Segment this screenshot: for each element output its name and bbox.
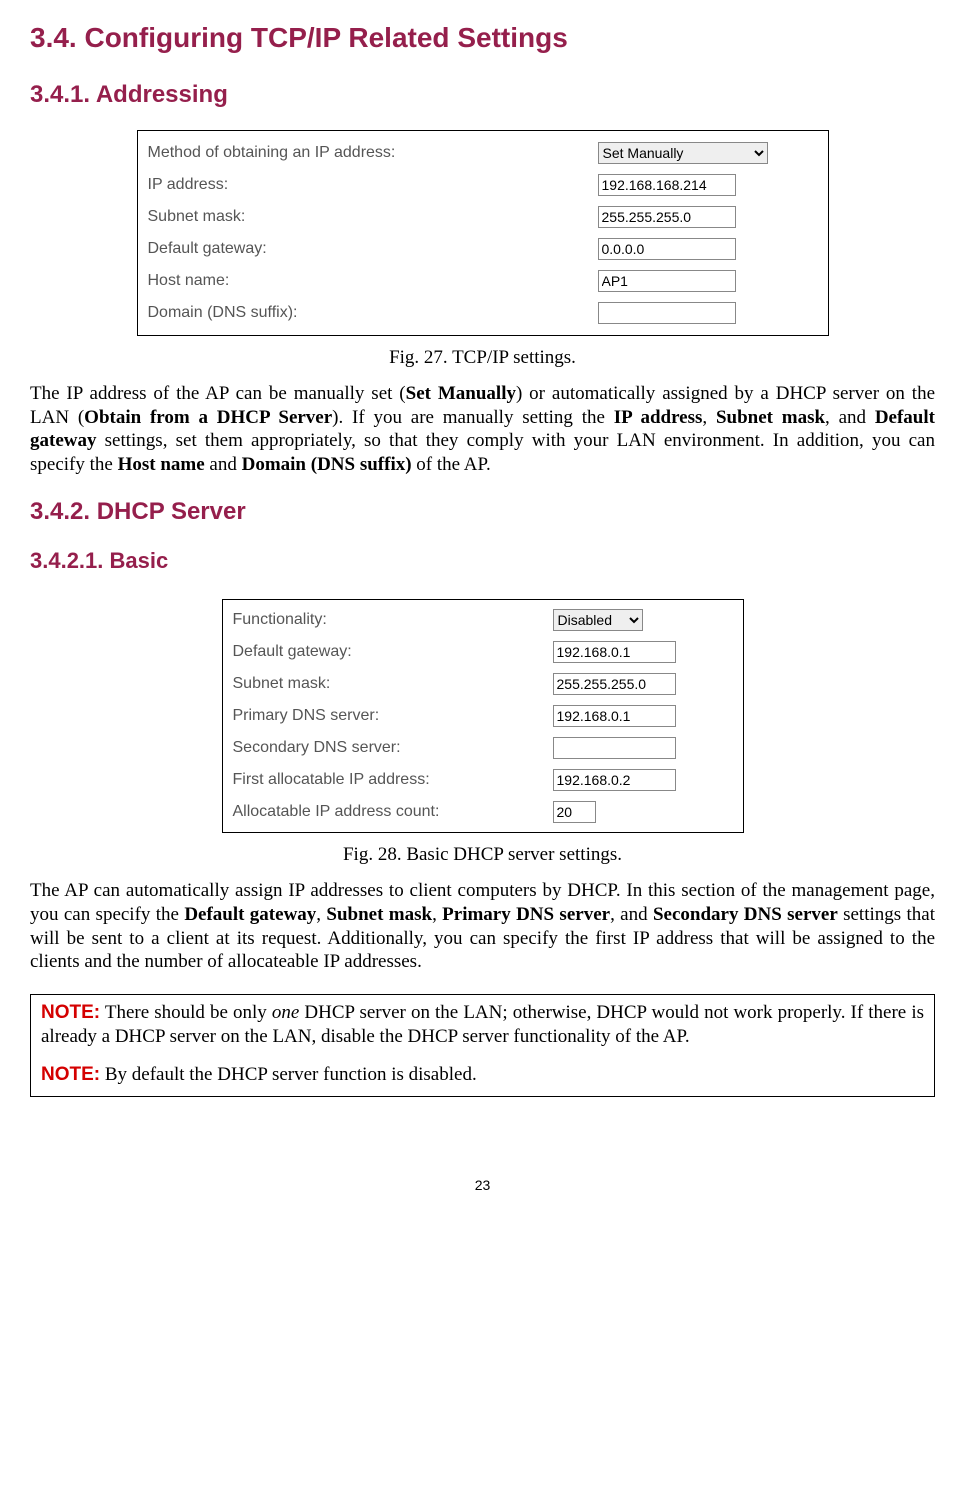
select-functionality[interactable]: Disabled [553, 609, 643, 631]
label-first-ip: First allocatable IP address: [233, 766, 553, 794]
row-ip: IP address: [138, 169, 828, 201]
input-ip-count[interactable] [553, 801, 596, 823]
note-1: NOTE: There should be only one DHCP serv… [41, 1001, 924, 1049]
label-method: Method of obtaining an IP address: [148, 139, 598, 167]
label-functionality: Functionality: [233, 606, 553, 634]
paragraph-addressing: The IP address of the AP can be manually… [30, 382, 935, 477]
row-method: Method of obtaining an IP address: Set M… [138, 137, 828, 169]
text: By default the DHCP server function is d… [100, 1064, 477, 1085]
input-dhcp-gateway[interactable] [553, 641, 676, 663]
bold-ip-address: IP address [614, 407, 703, 428]
label-ip-count: Allocatable IP address count: [233, 798, 553, 826]
page-number: 23 [30, 1177, 935, 1195]
input-secondary-dns[interactable] [553, 737, 676, 759]
label-domain: Domain (DNS suffix): [148, 299, 598, 327]
input-host[interactable] [598, 270, 736, 292]
bold-set-manually: Set Manually [406, 383, 516, 404]
input-subnet[interactable] [598, 206, 736, 228]
figure-27-container: Method of obtaining an IP address: Set M… [30, 130, 935, 336]
heading-3-4-2: 3.4.2. DHCP Server [30, 497, 935, 527]
heading-3-4-1: 3.4.1. Addressing [30, 80, 935, 110]
label-primary-dns: Primary DNS server: [233, 702, 553, 730]
bold-primary-dns: Primary DNS server [442, 904, 610, 925]
text: , and [825, 407, 875, 428]
note-2: NOTE: By default the DHCP server functio… [41, 1063, 924, 1087]
label-dhcp-subnet: Subnet mask: [233, 670, 553, 698]
row-functionality: Functionality: Disabled [223, 604, 743, 636]
label-host: Host name: [148, 267, 598, 295]
figure-28-box: Functionality: Disabled Default gateway:… [222, 599, 744, 833]
input-first-ip[interactable] [553, 769, 676, 791]
input-domain[interactable] [598, 302, 736, 324]
text: and [205, 454, 242, 475]
bold-default-gateway-2: Default gateway [184, 904, 316, 925]
label-ip: IP address: [148, 171, 598, 199]
input-ip[interactable] [598, 174, 736, 196]
figure-28-caption: Fig. 28. Basic DHCP server settings. [30, 843, 935, 867]
text: of the AP. [412, 454, 491, 475]
heading-3-4-2-1: 3.4.2.1. Basic [30, 547, 935, 575]
row-secondary-dns: Secondary DNS server: [223, 732, 743, 764]
label-secondary-dns: Secondary DNS server: [233, 734, 553, 762]
row-gateway: Default gateway: [138, 233, 828, 265]
text: , [316, 904, 326, 925]
input-gateway[interactable] [598, 238, 736, 260]
row-ip-count: Allocatable IP address count: [223, 796, 743, 828]
select-method[interactable]: Set Manually [598, 142, 768, 164]
bold-secondary-dns: Secondary DNS server [653, 904, 838, 925]
text: , [432, 904, 442, 925]
italic-one: one [272, 1002, 299, 1023]
input-primary-dns[interactable] [553, 705, 676, 727]
figure-28-container: Functionality: Disabled Default gateway:… [30, 599, 935, 833]
note-box: NOTE: There should be only one DHCP serv… [30, 994, 935, 1097]
label-dhcp-gateway: Default gateway: [233, 638, 553, 666]
row-first-ip: First allocatable IP address: [223, 764, 743, 796]
note-label-2: NOTE: [41, 1064, 100, 1085]
row-host: Host name: [138, 265, 828, 297]
paragraph-dhcp: The AP can automatically assign IP addre… [30, 879, 935, 974]
text: ). If you are manually setting the [332, 407, 614, 428]
note-label-1: NOTE: [41, 1002, 100, 1023]
input-dhcp-subnet[interactable] [553, 673, 676, 695]
figure-27-caption: Fig. 27. TCP/IP settings. [30, 346, 935, 370]
bold-subnet-mask: Subnet mask [716, 407, 825, 428]
label-gateway: Default gateway: [148, 235, 598, 263]
row-domain: Domain (DNS suffix): [138, 297, 828, 329]
text: , [702, 407, 716, 428]
text: , and [610, 904, 653, 925]
bold-obtain-dhcp: Obtain from a DHCP Server [84, 407, 332, 428]
bold-host-name: Host name [118, 454, 205, 475]
row-dhcp-subnet: Subnet mask: [223, 668, 743, 700]
bold-domain-suffix: Domain (DNS suffix) [242, 454, 412, 475]
heading-3-4: 3.4. Configuring TCP/IP Related Settings [30, 20, 935, 55]
row-primary-dns: Primary DNS server: [223, 700, 743, 732]
text: The IP address of the AP can be manually… [30, 383, 406, 404]
text: There should be only [100, 1002, 272, 1023]
label-subnet: Subnet mask: [148, 203, 598, 231]
bold-subnet-mask-2: Subnet mask [326, 904, 432, 925]
row-subnet: Subnet mask: [138, 201, 828, 233]
figure-27-box: Method of obtaining an IP address: Set M… [137, 130, 829, 336]
row-dhcp-gateway: Default gateway: [223, 636, 743, 668]
